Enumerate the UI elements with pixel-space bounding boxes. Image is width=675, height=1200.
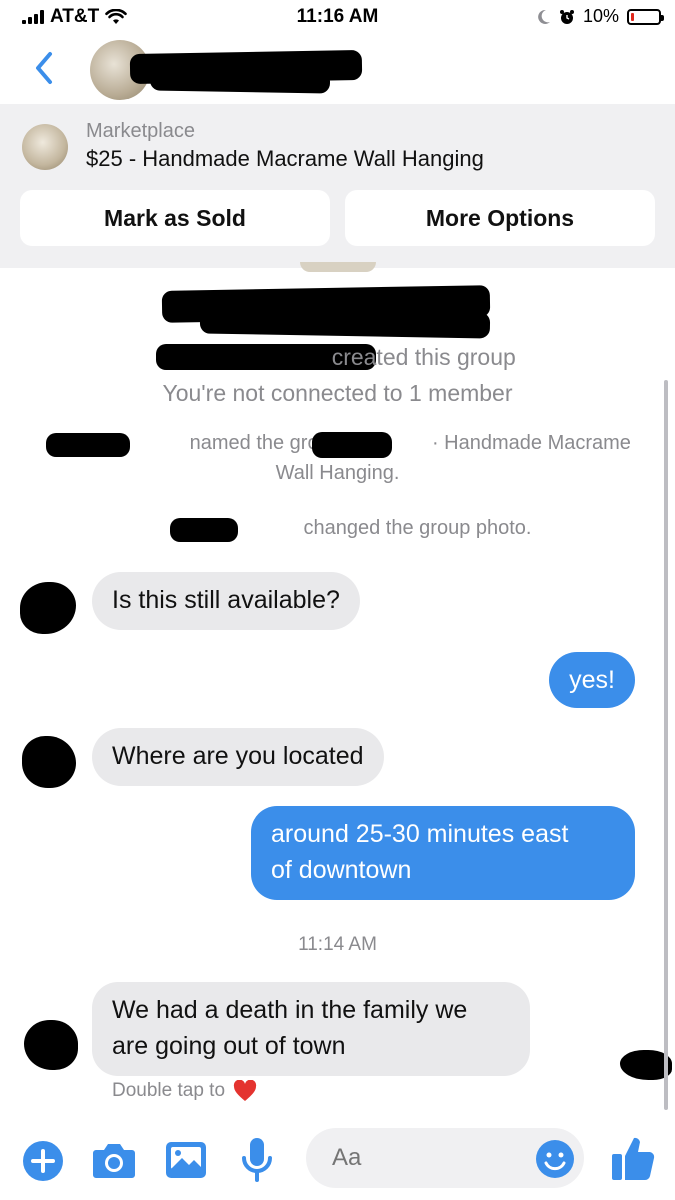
message-timestamp: 11:14 AM xyxy=(298,934,377,955)
created-group-text: created this group xyxy=(331,344,516,370)
status-right: 10% xyxy=(537,6,664,27)
battery-fill xyxy=(631,12,634,21)
sender-avatar-redacted xyxy=(20,582,76,634)
composer-bar xyxy=(0,1120,675,1200)
sender-avatar-redacted xyxy=(24,1020,78,1070)
camera-icon[interactable] xyxy=(92,1140,136,1180)
not-connected-notice: You're not connected to 1 member xyxy=(162,380,513,406)
message-incoming[interactable]: Is this still available? xyxy=(92,572,360,630)
message-text: Where are you located xyxy=(112,742,364,770)
back-chevron-icon[interactable] xyxy=(30,50,60,86)
conversation-header xyxy=(0,36,675,102)
alarm-icon xyxy=(559,9,574,24)
group-photo-peek xyxy=(300,262,376,272)
sender-avatar-redacted xyxy=(22,736,76,788)
message-text: Is this still available? xyxy=(112,586,340,614)
changed-photo-text: changed the group photo. xyxy=(303,517,532,539)
redacted-title-2 xyxy=(199,307,491,339)
more-options-button[interactable]: More Options xyxy=(345,190,655,246)
message-text: yes! xyxy=(569,666,615,694)
marketplace-label: Marketplace xyxy=(86,120,195,142)
changed-photo-notice: changed the group photo. xyxy=(0,517,675,540)
message-text-line1: We had a death in the family we xyxy=(112,996,468,1024)
message-incoming[interactable]: Where are you located xyxy=(92,728,384,786)
message-outgoing[interactable]: yes! xyxy=(549,652,635,708)
status-bar: AT&T 11:16 AM 10% xyxy=(0,0,675,36)
message-text-line2: of downtown xyxy=(271,856,412,884)
microphone-icon[interactable] xyxy=(240,1136,274,1186)
message-text-line2: are going out of town xyxy=(112,1032,346,1060)
marketplace-banner: Marketplace $25 - Handmade Macrame Wall … xyxy=(0,104,675,268)
mark-as-sold-button[interactable]: Mark as Sold xyxy=(20,190,330,246)
listing-title[interactable]: $25 - Handmade Macrame Wall Hanging xyxy=(86,146,484,172)
named-group-suffix: · Handmade Macrame xyxy=(431,432,631,454)
heart-icon xyxy=(233,1080,257,1101)
plus-icon[interactable] xyxy=(22,1140,64,1182)
named-group-line2: Wall Hanging. xyxy=(275,462,400,484)
message-outgoing[interactable]: around 25-30 minutes east of downtown xyxy=(251,806,635,900)
listing-thumbnail[interactable] xyxy=(22,124,68,170)
created-group-notice: xxxxxxxxxxxxxxxcreated this group xyxy=(0,344,675,371)
battery-percent: 10% xyxy=(582,6,619,26)
battery-icon xyxy=(627,8,664,25)
scrollbar[interactable] xyxy=(664,380,668,1110)
message-text-line1: around 25-30 minutes east xyxy=(271,820,569,848)
thumbs-up-icon[interactable] xyxy=(610,1134,656,1182)
redacted-group-name-inline xyxy=(312,432,392,458)
message-incoming[interactable]: We had a death in the family we are goin… xyxy=(92,982,530,1076)
redacted-group-name-2 xyxy=(149,68,331,94)
double-tap-hint: Double tap to xyxy=(112,1080,257,1102)
emoji-icon[interactable] xyxy=(534,1138,576,1180)
photo-gallery-icon[interactable] xyxy=(164,1140,208,1180)
moon-icon xyxy=(538,9,550,24)
double-tap-text: Double tap to xyxy=(112,1080,226,1101)
